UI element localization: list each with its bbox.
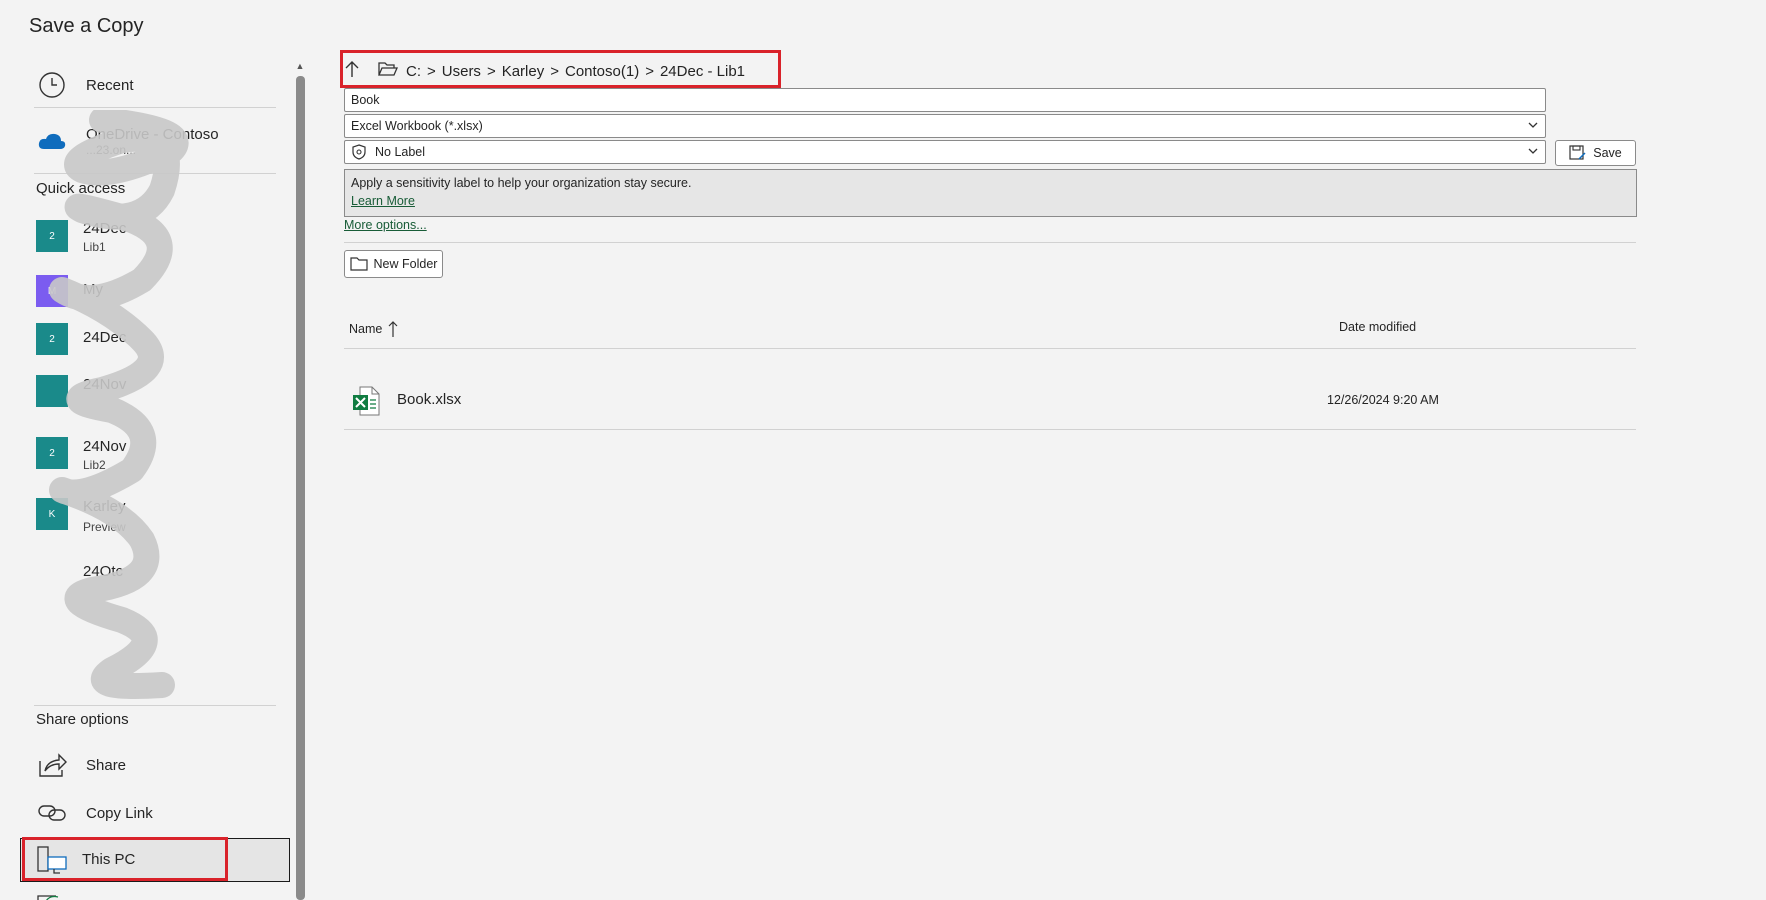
nav-copy-link-label: Copy Link — [86, 804, 153, 822]
folder-icon — [349, 257, 368, 271]
scroll-up-icon[interactable]: ▲ — [295, 60, 305, 72]
chevron-down-icon — [1528, 122, 1538, 128]
divider — [344, 348, 1636, 349]
nav-onedrive[interactable]: OneDrive - Contoso ...23.on... — [20, 121, 276, 161]
file-row[interactable]: Book.xlsx 12/26/2024 9:20 AM — [344, 370, 1636, 430]
column-header-date[interactable]: Date modified — [1339, 320, 1416, 334]
quick-item-label[interactable]: Karley — [83, 498, 126, 515]
highlight-box — [22, 837, 228, 881]
file-name: Book.xlsx — [397, 391, 462, 408]
divider — [34, 705, 276, 706]
share-options-heading: Share options — [36, 711, 129, 728]
nav-onedrive-sub: ...23.on... — [86, 142, 137, 157]
quick-item-label[interactable]: 24Nov — [83, 438, 126, 455]
highlight-box — [340, 50, 781, 88]
filename-input[interactable]: Book — [344, 88, 1546, 112]
scroll-thumb[interactable] — [296, 76, 305, 900]
share-icon — [36, 749, 68, 781]
quick-item-label[interactable]: 24Otc — [83, 563, 123, 580]
folder-tile-icon[interactable]: 2 — [36, 437, 68, 469]
divider — [34, 173, 276, 174]
divider — [34, 107, 276, 108]
more-options-link[interactable]: More options... — [344, 218, 427, 232]
nav-onedrive-label: OneDrive - Contoso — [86, 125, 219, 143]
nav-share[interactable]: Share — [20, 745, 276, 785]
left-nav-pane: Recent OneDrive - Contoso ...23.on... Qu… — [20, 55, 280, 900]
quick-item-sub: Preview — [83, 520, 126, 534]
nav-recent[interactable]: Recent — [20, 67, 276, 103]
add-place-icon[interactable] — [36, 890, 64, 900]
folder-tile-icon[interactable]: 2 — [36, 323, 68, 355]
sensitivity-message: Apply a sensitivity label to help your o… — [351, 176, 692, 190]
learn-more-link[interactable]: Learn More — [351, 194, 415, 208]
page-title: Save a Copy — [29, 15, 144, 37]
save-label: Save — [1593, 146, 1622, 160]
nav-copy-link[interactable]: Copy Link — [20, 793, 276, 833]
folder-tile-icon[interactable]: 2 — [36, 220, 68, 252]
filetype-select[interactable]: Excel Workbook (*.xlsx) — [344, 114, 1546, 138]
quick-item-sub: Lib2 — [83, 458, 106, 472]
quick-item-label[interactable]: 24Dec — [83, 329, 126, 346]
column-header-name[interactable]: Name — [349, 320, 398, 338]
chevron-down-icon — [1528, 148, 1538, 154]
excel-file-icon — [352, 386, 380, 421]
clock-icon — [36, 69, 68, 101]
left-scrollbar[interactable]: ▲ — [295, 60, 305, 900]
divider — [344, 429, 1636, 430]
quick-item-sub: Lib1 — [83, 240, 106, 254]
sort-ascending-icon — [388, 321, 398, 337]
quick-item-label[interactable]: My — [83, 281, 103, 298]
folder-tile-icon[interactable]: M — [36, 275, 68, 307]
quick-item-label[interactable]: 24Nov — [83, 376, 126, 393]
filetype-value: Excel Workbook (*.xlsx) — [351, 119, 483, 133]
sensitivity-label-select[interactable]: No Label — [344, 140, 1546, 164]
divider — [344, 242, 1636, 243]
new-folder-button[interactable]: New Folder — [344, 250, 443, 278]
folder-tile-icon[interactable] — [36, 375, 68, 407]
column-header-date-label: Date modified — [1339, 320, 1417, 334]
shield-icon — [352, 144, 366, 160]
column-header-name-label: Name — [349, 322, 383, 336]
sensitivity-info-box: Apply a sensitivity label to help your o… — [344, 169, 1637, 217]
quick-item-label[interactable]: 24Dec — [83, 220, 126, 237]
cloud-icon — [36, 125, 68, 157]
quick-access-heading: Quick access — [36, 180, 126, 197]
filename-value: Book — [351, 93, 380, 107]
file-date: 12/26/2024 9:20 AM — [1327, 393, 1439, 407]
save-button[interactable]: Save — [1555, 140, 1636, 166]
link-icon — [36, 797, 68, 829]
save-icon — [1569, 145, 1586, 160]
label-value: No Label — [375, 145, 426, 159]
folder-tile-icon[interactable]: K — [36, 498, 68, 530]
new-folder-label: New Folder — [373, 257, 438, 271]
nav-share-label: Share — [86, 756, 127, 774]
nav-recent-label: Recent — [86, 76, 134, 94]
